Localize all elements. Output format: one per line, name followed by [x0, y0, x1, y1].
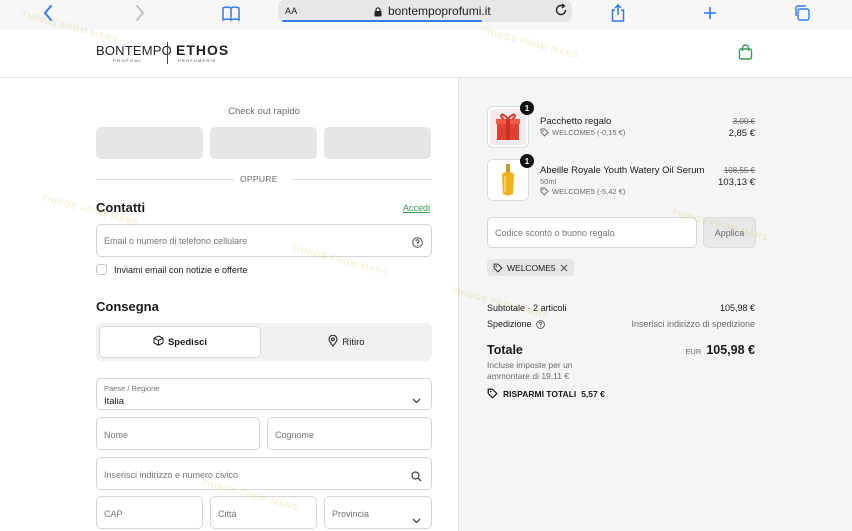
text-size-button[interactable]: AA	[285, 6, 298, 16]
email-field[interactable]: Email o numero di telefono cellulare	[96, 224, 432, 257]
chevron-down-icon	[412, 511, 421, 529]
bookmarks-icon[interactable]	[221, 2, 241, 24]
or-label: OPPURE	[240, 174, 278, 184]
express-checkout-title: Check out rapido	[228, 106, 300, 117]
zip-field[interactable]: CAP	[96, 496, 203, 529]
shopping-bag-icon[interactable]	[738, 44, 753, 65]
url-text: bontempoprofumi.it	[388, 4, 491, 18]
search-icon[interactable]	[411, 469, 422, 487]
province-select[interactable]: Provincia	[324, 496, 432, 529]
subtotal-value: 105,98 €	[719, 303, 755, 313]
brand-logo-bontempo[interactable]: BONTEMPO	[96, 43, 172, 58]
total-row: EUR 105,98 €	[685, 343, 755, 357]
shop-header: BONTEMPO PROFUMI ETHOS PROFUMERIE	[0, 30, 852, 78]
share-icon[interactable]	[608, 2, 628, 24]
express-pay-button-3[interactable]	[324, 127, 431, 159]
applied-code-chip: WELCOME5	[487, 259, 574, 276]
total-savings: RISPARMI TOTALI 5,57 €	[487, 388, 605, 399]
quantity-badge: 1	[520, 154, 534, 168]
applied-code: WELCOME5	[507, 262, 556, 273]
address-placeholder: Inserisci indirizzo e numero civico	[104, 470, 239, 480]
reload-icon[interactable]	[554, 3, 568, 20]
quantity-badge: 1	[520, 101, 534, 115]
checkout-form: Check out rapido OPPURE Contatti Accedi …	[0, 78, 458, 531]
product-thumbnail-gift: 1	[487, 101, 534, 148]
country-value: Italia	[104, 396, 125, 407]
item-discount: WELCOME5 (-0,15 €)	[540, 128, 625, 137]
ship-option[interactable]: Spedisci	[99, 326, 261, 358]
help-icon[interactable]	[412, 235, 423, 253]
brand-logo-ethos[interactable]: ETHOS	[176, 42, 229, 58]
item-old-price: 3,00 €	[732, 117, 755, 126]
tax-note: Incluse imposte per un ammontare di 19,1…	[487, 360, 573, 381]
discount-placeholder: Codice sconto o buono regalo	[495, 228, 615, 238]
savings-label: RISPARMI TOTALI	[503, 388, 577, 399]
pickup-option[interactable]: Ritiro	[264, 326, 429, 358]
address-field[interactable]: Inserisci indirizzo e numero civico	[96, 457, 432, 490]
forward-icon[interactable]	[132, 2, 148, 24]
delivery-method-toggle: Spedisci Ritiro	[96, 323, 432, 361]
first-name-field[interactable]: Nome	[96, 417, 260, 450]
item-price: 103,13 €	[718, 177, 755, 188]
shipping-row: Spedizione	[487, 319, 545, 329]
item-old-price: 108,55 €	[723, 166, 755, 175]
currency-code: EUR	[685, 347, 702, 356]
newsletter-label: Inviami email con notizie e offerte	[114, 265, 248, 275]
country-select[interactable]: Paese / Regione Italia	[96, 378, 432, 410]
tag-icon	[493, 263, 503, 273]
tag-icon	[540, 128, 549, 137]
remove-code-icon[interactable]	[560, 264, 568, 272]
pickup-label: Ritiro	[342, 336, 365, 348]
discount-code-input[interactable]: Codice sconto o buono regalo	[487, 217, 697, 248]
first-name-placeholder: Nome	[104, 430, 129, 440]
last-name-placeholder: Cognome	[275, 430, 315, 440]
lock-icon	[374, 6, 382, 20]
item-name: Pacchetto regalo	[540, 116, 612, 127]
login-link[interactable]: Accedi	[403, 203, 430, 213]
tag-icon	[540, 187, 549, 196]
divider-left	[96, 179, 234, 180]
brand-logo-bontempo-sub: PROFUMI	[113, 58, 142, 63]
chevron-down-icon	[412, 391, 421, 409]
location-pin-icon	[328, 334, 338, 350]
zip-placeholder: CAP	[104, 509, 123, 519]
address-bar[interactable]: AA bontempoprofumi.it	[278, 0, 572, 22]
city-placeholder: Città	[218, 509, 237, 519]
express-pay-button-2[interactable]	[210, 127, 317, 159]
shipping-label: Spedizione	[487, 319, 532, 329]
item-name: Abeille Royale Youth Watery Oil Serum	[540, 165, 705, 176]
item-discount: WELCOME5 (-5,42 €)	[540, 187, 625, 196]
delivery-title: Consegna	[96, 299, 159, 314]
help-icon[interactable]	[535, 319, 545, 329]
tag-icon	[487, 388, 498, 399]
product-thumbnail-serum: 1	[487, 154, 534, 201]
item-price: 2,85 €	[728, 128, 755, 139]
load-progress	[282, 20, 482, 22]
divider-right	[292, 179, 432, 180]
box-icon	[153, 335, 164, 349]
item-variant: 50ml	[540, 177, 557, 186]
last-name-field[interactable]: Cognome	[267, 417, 432, 450]
express-pay-button-1[interactable]	[96, 127, 203, 159]
total-label: Totale	[487, 343, 523, 357]
ship-label: Spedisci	[167, 336, 208, 348]
logo-divider	[167, 42, 168, 64]
newsletter-checkbox[interactable]	[96, 264, 107, 275]
province-placeholder: Provincia	[332, 509, 370, 519]
brand-logo-ethos-sub: PROFUMERIE	[178, 58, 217, 63]
email-placeholder: Email o numero di telefono cellulare	[104, 236, 248, 246]
country-label: Paese / Regione	[104, 384, 160, 393]
tabs-icon[interactable]	[792, 2, 812, 24]
new-tab-icon[interactable]	[701, 2, 719, 24]
shipping-value: Inserisci indirizzo di spedizione	[631, 319, 755, 329]
total-value: 105,98 €	[706, 343, 755, 357]
browser-toolbar: AA bontempoprofumi.it	[0, 0, 852, 30]
savings-value: 5,57 €	[581, 388, 605, 399]
